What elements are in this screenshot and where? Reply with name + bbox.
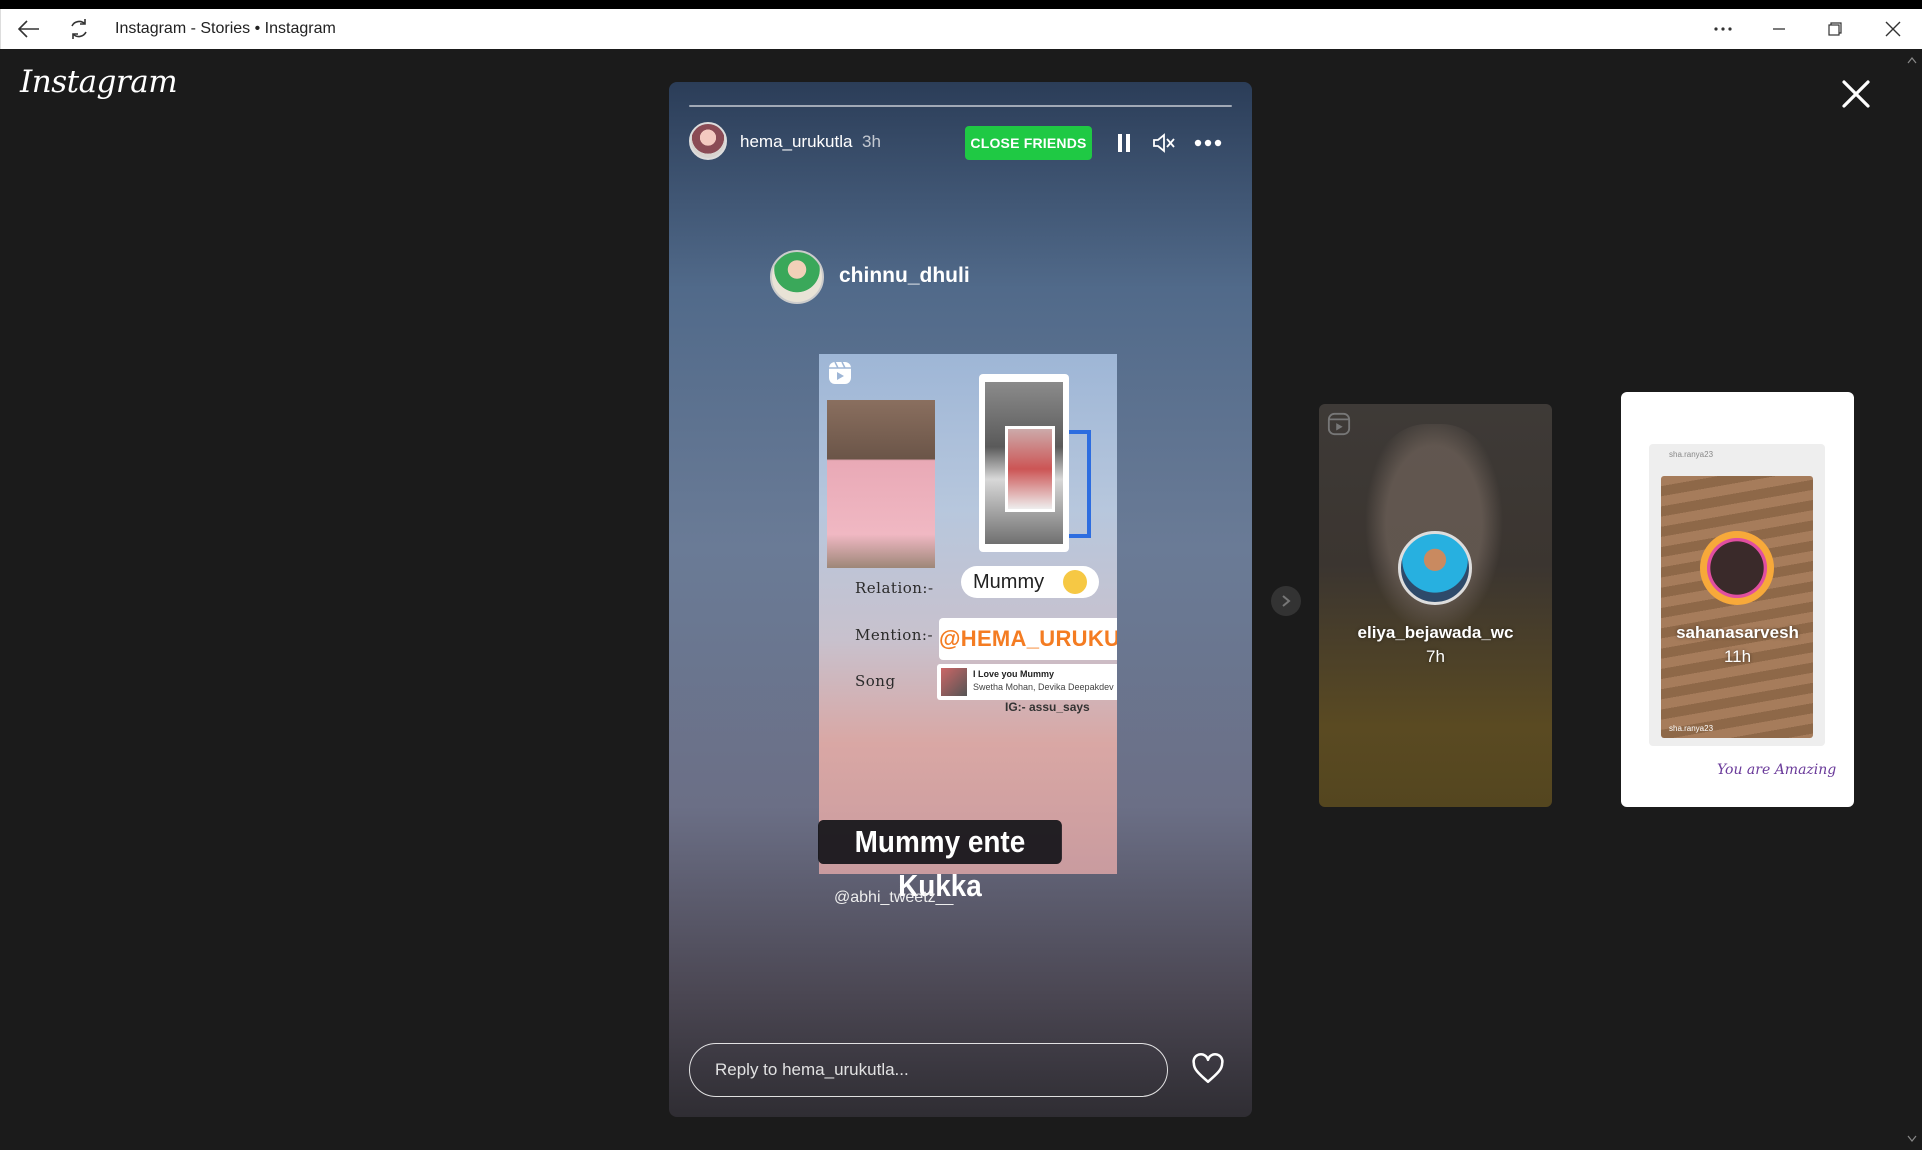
story-viewer[interactable]: hema_urukutla 3h CLOSE FRIENDS chinnu_dh… bbox=[669, 82, 1252, 1117]
preview-time: 7h bbox=[1426, 647, 1445, 666]
close-icon[interactable] bbox=[1838, 76, 1874, 112]
back-arrow-icon[interactable] bbox=[11, 9, 47, 49]
mention-sticker[interactable]: @HEMA_URUKUTLA bbox=[939, 618, 1117, 660]
instagram-logo[interactable]: Instagram bbox=[20, 64, 178, 100]
ig-credit: IG:- assu_says bbox=[1005, 700, 1090, 714]
reel-icon bbox=[827, 360, 853, 386]
preview-username: eliya_bejawada_wc bbox=[1357, 623, 1514, 642]
close-friends-badge: CLOSE FRIENDS bbox=[965, 126, 1092, 160]
preview-time: 11h bbox=[1723, 647, 1752, 666]
minimize-icon[interactable] bbox=[1759, 9, 1799, 49]
relation-label: Relation:- bbox=[855, 579, 934, 597]
mention-label: Mention:- bbox=[855, 626, 934, 644]
avatar bbox=[1398, 531, 1472, 605]
avatar[interactable] bbox=[689, 122, 727, 160]
next-story-preview[interactable]: sha.ranya23 sha.ranya23 sahanasarvesh 11… bbox=[1621, 392, 1854, 807]
story-timestamp: 3h bbox=[862, 132, 881, 151]
song-thumbnail bbox=[941, 668, 967, 696]
preview-inner-tag: sha.ranya23 bbox=[1669, 724, 1714, 733]
more-horizontal-icon[interactable] bbox=[1193, 128, 1223, 158]
shared-post[interactable]: Relation:- Mummy Mention:- @HEMA_URUKUTL… bbox=[819, 354, 1117, 874]
avatar bbox=[1700, 531, 1774, 605]
reply-input[interactable] bbox=[689, 1043, 1168, 1097]
post-photo-inset bbox=[1005, 426, 1055, 512]
close-icon[interactable] bbox=[1873, 9, 1913, 49]
more-horizontal-icon[interactable] bbox=[1703, 9, 1743, 49]
shared-post-avatar[interactable] bbox=[770, 250, 824, 304]
pause-icon[interactable] bbox=[1109, 128, 1139, 158]
reel-icon bbox=[1327, 412, 1351, 441]
window-top-strip bbox=[0, 0, 1922, 9]
song-artist: Swetha Mohan, Devika Deepakdev bbox=[973, 682, 1114, 692]
smile-emoji-icon bbox=[1063, 570, 1087, 594]
preview-sticker: You are Amazing bbox=[1717, 762, 1837, 778]
story-caption: Mummy ente Kukka bbox=[818, 820, 1062, 903]
chevron-right-icon[interactable] bbox=[1271, 586, 1301, 616]
restore-icon[interactable] bbox=[1815, 9, 1855, 49]
next-story-preview[interactable]: eliya_bejawada_wc 7h bbox=[1319, 404, 1552, 807]
story-credit: @abhi_tweetz__ bbox=[834, 889, 954, 906]
song-sticker[interactable]: I Love you Mummy Swetha Mohan, Devika De… bbox=[937, 664, 1117, 700]
preview-inner-tag: sha.ranya23 bbox=[1669, 450, 1714, 459]
story-username[interactable]: hema_urukutla bbox=[740, 132, 852, 152]
refresh-icon[interactable] bbox=[61, 9, 97, 49]
preview-photo bbox=[1661, 476, 1813, 738]
title-bar: Instagram - Stories • Instagram bbox=[0, 9, 1922, 49]
song-label: Song bbox=[855, 672, 896, 690]
song-title: I Love you Mummy bbox=[973, 669, 1055, 679]
shared-post-author[interactable]: chinnu_dhuli bbox=[839, 264, 970, 288]
relation-value: Mummy bbox=[973, 571, 1045, 593]
preview-username: sahanasarvesh bbox=[1676, 623, 1799, 642]
relation-sticker: Mummy bbox=[961, 566, 1099, 598]
scrollbar[interactable] bbox=[1902, 49, 1922, 1150]
post-photo bbox=[827, 400, 935, 568]
window-title: Instagram - Stories • Instagram bbox=[115, 20, 336, 37]
heart-icon[interactable] bbox=[1191, 1052, 1225, 1086]
story-progress-bar bbox=[689, 105, 1232, 107]
muted-speaker-icon[interactable] bbox=[1149, 128, 1179, 158]
